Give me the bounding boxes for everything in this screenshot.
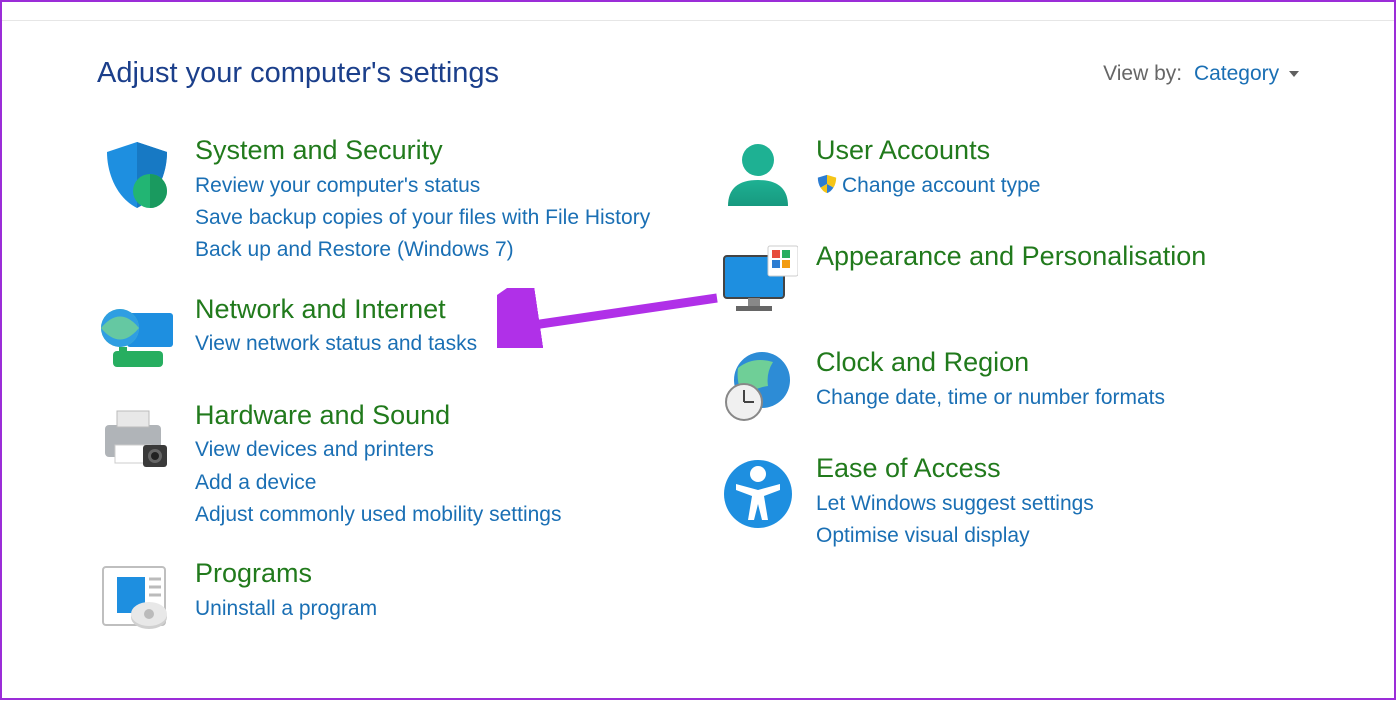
category-programs: Programs Uninstall a program bbox=[97, 559, 678, 639]
category-clock-region: Clock and Region Change date, time or nu… bbox=[718, 348, 1299, 428]
chevron-down-icon bbox=[1289, 71, 1299, 77]
link-review-status[interactable]: Review your computer's status bbox=[195, 172, 678, 200]
link-mobility-settings[interactable]: Adjust commonly used mobility settings bbox=[195, 501, 678, 529]
accessibility-icon bbox=[718, 454, 798, 534]
network-internet-title[interactable]: Network and Internet bbox=[195, 295, 678, 325]
category-ease-access: Ease of Access Let Windows suggest setti… bbox=[718, 454, 1299, 554]
shield-icon bbox=[97, 136, 177, 216]
link-devices-printers[interactable]: View devices and printers bbox=[195, 436, 678, 464]
category-user-accounts: User Accounts Change account type bbox=[718, 136, 1299, 216]
link-change-account-type[interactable]: Change account type bbox=[816, 172, 1299, 200]
programs-title[interactable]: Programs bbox=[195, 559, 678, 589]
user-icon bbox=[718, 136, 798, 216]
appearance-title[interactable]: Appearance and Personalisation bbox=[816, 242, 1299, 272]
right-column: User Accounts Change account type bbox=[718, 136, 1299, 665]
printer-icon bbox=[97, 401, 177, 481]
link-suggest-settings[interactable]: Let Windows suggest settings bbox=[816, 490, 1299, 518]
link-add-device[interactable]: Add a device bbox=[195, 469, 678, 497]
category-appearance: Appearance and Personalisation bbox=[718, 242, 1299, 322]
view-by-dropdown[interactable]: Category bbox=[1194, 62, 1299, 85]
clock-globe-icon bbox=[718, 348, 798, 428]
link-file-history[interactable]: Save backup copies of your files with Fi… bbox=[195, 204, 678, 232]
ease-access-title[interactable]: Ease of Access bbox=[816, 454, 1299, 484]
system-security-title[interactable]: System and Security bbox=[195, 136, 678, 166]
view-by-label: View by: bbox=[1103, 62, 1182, 85]
uac-shield-icon bbox=[816, 173, 838, 195]
network-icon bbox=[97, 295, 177, 375]
link-date-time-formats[interactable]: Change date, time or number formats bbox=[816, 384, 1299, 412]
link-backup-restore[interactable]: Back up and Restore (Windows 7) bbox=[195, 236, 678, 264]
link-optimise-visual[interactable]: Optimise visual display bbox=[816, 522, 1299, 550]
view-by-value: Category bbox=[1194, 62, 1279, 85]
link-uninstall-program[interactable]: Uninstall a program bbox=[195, 595, 678, 623]
clock-region-title[interactable]: Clock and Region bbox=[816, 348, 1299, 378]
category-system-security: System and Security Review your computer… bbox=[97, 136, 678, 269]
programs-icon bbox=[97, 559, 177, 639]
link-network-status[interactable]: View network status and tasks bbox=[195, 330, 678, 358]
page-title: Adjust your computer's settings bbox=[97, 57, 499, 90]
hardware-sound-title[interactable]: Hardware and Sound bbox=[195, 401, 678, 431]
category-network-internet: Network and Internet View network status… bbox=[97, 295, 678, 375]
left-column: System and Security Review your computer… bbox=[97, 136, 678, 665]
category-hardware-sound: Hardware and Sound View devices and prin… bbox=[97, 401, 678, 534]
user-accounts-title[interactable]: User Accounts bbox=[816, 136, 1299, 166]
monitor-icon bbox=[718, 242, 798, 322]
